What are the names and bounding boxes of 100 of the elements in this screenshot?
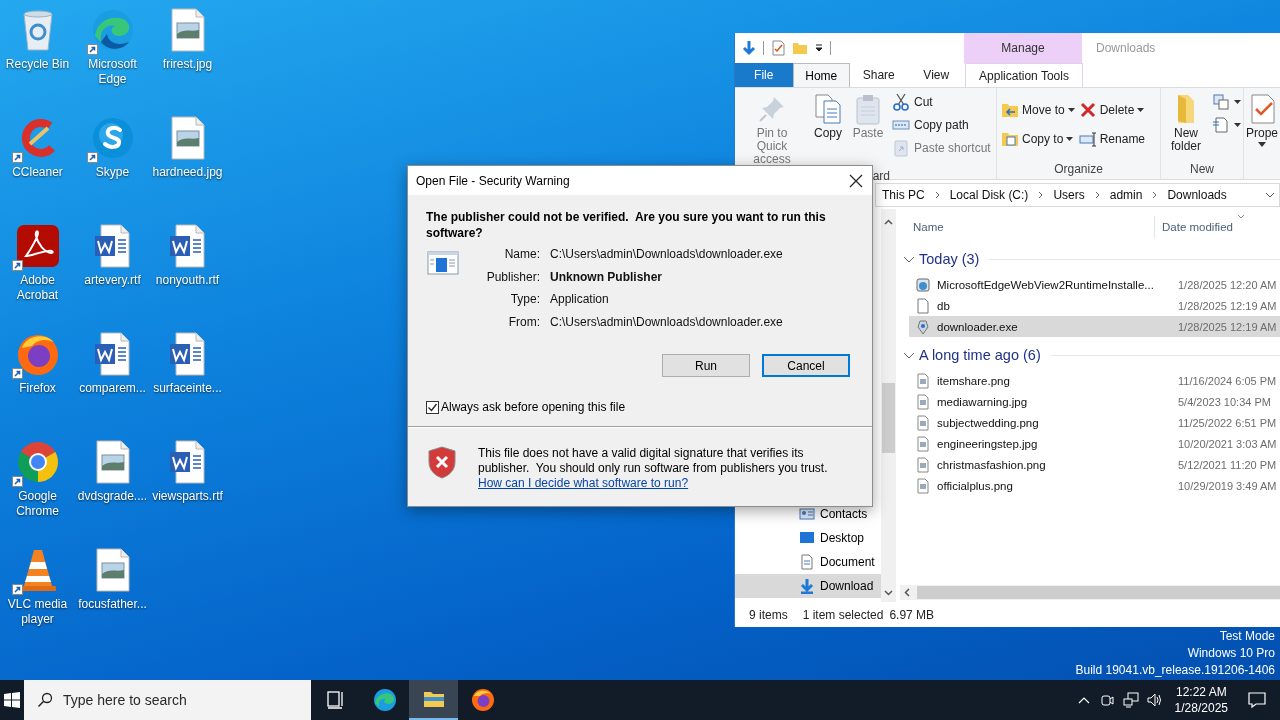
field-value: Application bbox=[550, 292, 610, 307]
group-header[interactable]: A long time ago (6) bbox=[919, 347, 1041, 363]
scrollbar-thumb[interactable] bbox=[917, 586, 1280, 599]
ribbon-button[interactable] bbox=[1211, 91, 1242, 113]
desktop-icon-label[interactable]: focusfather... bbox=[75, 597, 150, 612]
dialog-button[interactable]: Cancel bbox=[762, 354, 850, 378]
caret-icon bbox=[1258, 142, 1266, 147]
file-row[interactable]: engineeringstep.jpg 10/20/2021 3:03 AM bbox=[909, 433, 1280, 454]
group-header[interactable]: Today (3) bbox=[919, 251, 980, 267]
ribbon-button[interactable]: Copy to bbox=[999, 128, 1077, 150]
nav-item[interactable]: Contacts bbox=[735, 502, 881, 526]
clock-time[interactable]: 12:22 AM bbox=[1175, 684, 1227, 700]
caret-icon bbox=[1234, 123, 1241, 127]
status-text: 6.97 MB bbox=[889, 607, 935, 622]
ribbon-button[interactable]: Rename bbox=[1076, 128, 1148, 150]
chevron-icon bbox=[1038, 190, 1044, 199]
caret-icon bbox=[1137, 108, 1145, 112]
desktop-icon bbox=[799, 530, 815, 546]
system-watermark-text: Windows 10 Pro bbox=[1187, 645, 1275, 662]
file-row[interactable]: MicrosoftEdgeWebView2RuntimeInstalle... 1/28/2025 12:20 AM bbox=[909, 274, 1280, 295]
rename-icon bbox=[1078, 130, 1097, 148]
field-label: From: bbox=[507, 315, 540, 330]
desktop-icon-label[interactable]: viewsparts.rtf bbox=[150, 489, 225, 504]
image-file-icon bbox=[915, 477, 931, 494]
ribbon-tab[interactable]: Home bbox=[792, 63, 850, 87]
desktop-icon-label[interactable]: Google Chrome bbox=[0, 489, 75, 519]
breadcrumb[interactable]: admin bbox=[1109, 187, 1143, 202]
file-row[interactable]: christmasfashion.png 5/12/2021 11:20 PM bbox=[909, 454, 1280, 475]
file-row[interactable]: subjectwedding.png 11/25/2022 6:51 PM bbox=[909, 412, 1280, 433]
file-row[interactable]: db 1/28/2025 12:19 AM bbox=[909, 295, 1280, 316]
taskbar-button[interactable] bbox=[409, 680, 458, 720]
ribbon-button[interactable] bbox=[1211, 114, 1242, 136]
ribbon-button[interactable]: Move to bbox=[999, 99, 1077, 121]
copy-to-icon bbox=[1001, 130, 1019, 148]
ribbon-button[interactable]: Cut bbox=[889, 91, 994, 113]
meeting-icon[interactable] bbox=[1098, 692, 1115, 708]
column-header[interactable]: Name bbox=[896, 221, 1154, 233]
address-bar[interactable]: This PC Local Disk (C:) Users admin Downloads bbox=[875, 182, 1280, 207]
volume-icon[interactable] bbox=[1146, 692, 1163, 708]
file-row[interactable]: mediawarning.jpg 5/4/2023 10:34 PM bbox=[909, 391, 1280, 412]
file-row[interactable]: downloader.exe 1/28/2025 12:19 AM bbox=[909, 316, 1280, 337]
ribbon-button[interactable]: Prope bbox=[1246, 91, 1279, 177]
status-text: 1 item selected bbox=[802, 607, 884, 622]
column-header[interactable]: Date modified bbox=[1155, 221, 1233, 233]
desktop-icon-label[interactable]: surfaceinte... bbox=[150, 381, 225, 396]
image-file-icon bbox=[915, 414, 931, 431]
contextual-tab-header: Manage bbox=[964, 33, 1082, 63]
warning-text: This file does not have a valid digital signature that verifies its publisher. You should only run software from publishers you trust. bbox=[478, 446, 829, 477]
desktop-icon-label[interactable]: nonyouth.rtf bbox=[150, 273, 225, 288]
scissors-icon bbox=[892, 93, 910, 111]
help-link[interactable]: How can I decide what software to run? bbox=[478, 476, 689, 492]
easy-access-icon bbox=[1212, 116, 1230, 134]
application-window-icon bbox=[427, 251, 459, 277]
notification-icon[interactable] bbox=[1248, 691, 1266, 709]
desktop-icon-label[interactable]: comparem... bbox=[75, 381, 150, 396]
scrollbar-thumb[interactable] bbox=[882, 383, 895, 453]
checkbox-label[interactable]: Always ask before opening this file bbox=[441, 400, 626, 415]
breadcrumb[interactable]: Users bbox=[1053, 187, 1085, 202]
download-arrow-icon[interactable] bbox=[741, 40, 757, 56]
start-icon[interactable] bbox=[4, 692, 20, 708]
image-file-icon bbox=[915, 372, 931, 389]
ribbon-button[interactable]: Copy path bbox=[889, 114, 994, 136]
chevron-down-icon[interactable] bbox=[1265, 191, 1275, 198]
desktop-icon-label[interactable]: VLC media player bbox=[0, 597, 75, 627]
ribbon-tab[interactable]: Application Tools bbox=[965, 63, 1083, 87]
status-text: 9 items bbox=[749, 607, 788, 622]
desktop-icon-label[interactable]: Firefox bbox=[0, 381, 75, 396]
dialog-heading: The publisher could not be verified. Are you sure you want to run this software? bbox=[426, 209, 827, 241]
ribbon-group-label: New bbox=[1189, 161, 1215, 177]
file-row[interactable]: itemshare.png 11/16/2024 6:05 PM bbox=[909, 370, 1280, 391]
installer-icon bbox=[915, 276, 931, 293]
network-icon[interactable] bbox=[1122, 692, 1139, 708]
scrollbar[interactable] bbox=[900, 585, 1280, 600]
breadcrumb[interactable]: Downloads bbox=[1167, 187, 1227, 202]
nav-item[interactable]: Document bbox=[735, 550, 881, 574]
desktop-icon-label[interactable]: dvdsgrade.... bbox=[75, 489, 150, 504]
search-field[interactable]: Type here to search bbox=[24, 680, 311, 720]
field-label: Type: bbox=[509, 292, 540, 307]
ribbon-tab[interactable]: File bbox=[735, 63, 793, 87]
image-file-icon bbox=[915, 393, 931, 410]
download-arrow-icon bbox=[799, 578, 815, 594]
caret-icon bbox=[1067, 108, 1075, 112]
nav-item[interactable]: Download bbox=[735, 574, 881, 598]
breadcrumb[interactable]: Local Disk (C:) bbox=[949, 187, 1029, 202]
ribbon-button[interactable]: Delete bbox=[1076, 99, 1148, 121]
breadcrumb[interactable]: This PC bbox=[882, 187, 925, 202]
ribbon-button[interactable]: New folder bbox=[1163, 91, 1209, 161]
desktop-icon-label[interactable]: Adobe Acrobat bbox=[0, 273, 75, 303]
checkbox[interactable] bbox=[426, 400, 439, 414]
delete-icon bbox=[1078, 101, 1097, 119]
file-row[interactable]: officialplus.png 10/29/2019 3:49 AM bbox=[909, 475, 1280, 496]
properties-icon[interactable] bbox=[770, 40, 786, 56]
scrollbar[interactable] bbox=[881, 209, 896, 602]
system-watermark-text: Build 19041.vb_release.191206-1406 bbox=[1075, 662, 1275, 679]
nav-item[interactable]: Desktop bbox=[735, 526, 881, 550]
close-icon[interactable] bbox=[849, 173, 863, 188]
ribbon-group-label: ard bbox=[872, 168, 890, 184]
clock-date[interactable]: 1/28/2025 bbox=[1174, 700, 1228, 716]
dialog-button[interactable]: Run bbox=[662, 354, 750, 378]
desktop-icon-label[interactable]: artevery.rtf bbox=[75, 273, 150, 288]
